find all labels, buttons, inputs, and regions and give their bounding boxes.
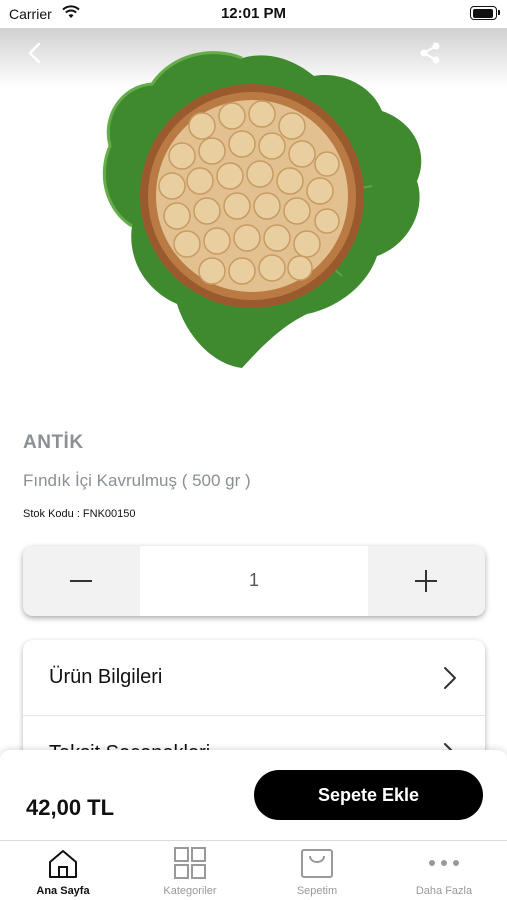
cart-bar: 42,00 TL Sepete Ekle bbox=[0, 750, 507, 840]
increase-quantity-button[interactable] bbox=[368, 546, 485, 616]
tab-bar: Ana Sayfa Kategoriler Sepetim Daha Fazla bbox=[0, 840, 507, 900]
home-icon bbox=[49, 850, 77, 878]
status-bar: Carrier 12:01 PM bbox=[0, 0, 507, 28]
tab-home[interactable]: Ana Sayfa bbox=[0, 841, 126, 900]
more-icon bbox=[429, 860, 459, 866]
clock: 12:01 PM bbox=[220, 5, 287, 22]
tab-categories[interactable]: Kategoriler bbox=[127, 841, 253, 900]
quantity-value: 1 bbox=[248, 570, 259, 590]
section-product-info[interactable]: Ürün Bilgileri bbox=[23, 640, 485, 716]
product-name: Fındık İçi Kavrulmuş ( 500 gr ) bbox=[23, 471, 251, 490]
stock-code: Stok Kodu : FNK00150 bbox=[23, 508, 136, 520]
share-button[interactable] bbox=[417, 40, 443, 66]
back-button[interactable] bbox=[20, 38, 50, 68]
chevron-right-icon bbox=[444, 667, 456, 689]
product-hero bbox=[0, 28, 507, 398]
tab-label: Daha Fazla bbox=[415, 885, 473, 897]
decrease-quantity-button[interactable] bbox=[23, 546, 140, 616]
tab-label: Ana Sayfa bbox=[36, 885, 90, 897]
section-label: Ürün Bilgileri bbox=[49, 666, 163, 688]
product-price: 42,00 TL bbox=[26, 795, 115, 820]
tab-label: Sepetim bbox=[296, 885, 338, 897]
quantity-display: 1 bbox=[140, 546, 368, 616]
product-brand: ANTİK bbox=[23, 432, 84, 453]
tab-more[interactable]: Daha Fazla bbox=[381, 841, 507, 900]
product-image bbox=[102, 51, 422, 368]
shopping-bag-icon bbox=[301, 849, 333, 878]
add-to-cart-button[interactable]: Sepete Ekle bbox=[254, 770, 483, 820]
tab-cart[interactable]: Sepetim bbox=[254, 841, 380, 900]
battery-icon bbox=[470, 6, 500, 20]
grid-icon bbox=[174, 847, 206, 879]
quantity-stepper: 1 bbox=[23, 546, 485, 616]
tab-label: Kategoriler bbox=[163, 885, 217, 897]
